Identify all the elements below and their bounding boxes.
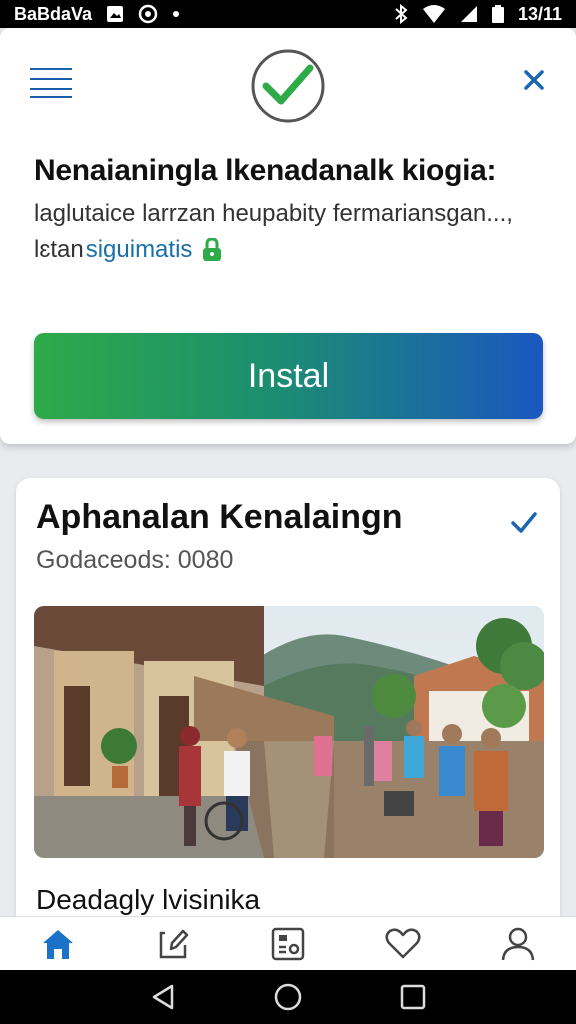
village-photo[interactable] <box>34 606 544 858</box>
content-card[interactable]: Aphanalan Kenalaingn Godaceods: 0080 Dea… <box>16 478 560 938</box>
signal-icon <box>460 5 478 23</box>
card-caption: Deadagly lvisinika <box>36 884 261 915</box>
recents-icon[interactable] <box>393 977 433 1017</box>
card-title: Aphanalan Kenalaingn <box>36 498 403 536</box>
close-icon[interactable] <box>518 64 550 96</box>
description-prefix: lɛtan <box>34 236 84 263</box>
id-card-icon[interactable] <box>258 919 318 969</box>
verified-check-icon <box>250 48 326 124</box>
home-circle-icon[interactable] <box>268 977 308 1017</box>
carrier-label: BaBdaVa <box>14 3 93 24</box>
install-description: laglutaice larrzan heupabity fermariansg… <box>34 200 513 227</box>
heart-icon[interactable] <box>373 919 433 969</box>
wifi-icon <box>422 4 446 24</box>
home-icon[interactable] <box>28 919 88 969</box>
system-nav-bar <box>0 970 576 1024</box>
menu-icon[interactable] <box>30 68 74 100</box>
dot-icon <box>172 10 180 18</box>
install-description-line2: lɛtan siguimatis <box>34 236 222 264</box>
lock-icon <box>202 237 222 262</box>
edit-icon[interactable] <box>143 919 203 969</box>
description-link[interactable]: siguimatis <box>86 236 193 264</box>
battery-icon <box>491 5 504 23</box>
image-icon <box>106 5 124 23</box>
back-icon[interactable] <box>143 977 183 1017</box>
status-bar: BaBdaVa 13/11 <box>0 0 576 28</box>
install-title: Nenaianingla lkenadanalk kiogia: <box>34 154 497 187</box>
bottom-nav <box>0 916 576 970</box>
checkmark-icon[interactable] <box>510 510 538 536</box>
install-button[interactable]: Instal <box>34 333 543 419</box>
profile-icon[interactable] <box>488 919 548 969</box>
card-meta: Godaceods: 0080 <box>36 546 234 574</box>
bluetooth-icon <box>394 4 408 24</box>
clock: 13/11 <box>517 3 562 24</box>
circle-dot-icon <box>138 4 158 24</box>
install-sheet: Nenaianingla lkenadanalk kiogia: lagluta… <box>0 28 576 444</box>
